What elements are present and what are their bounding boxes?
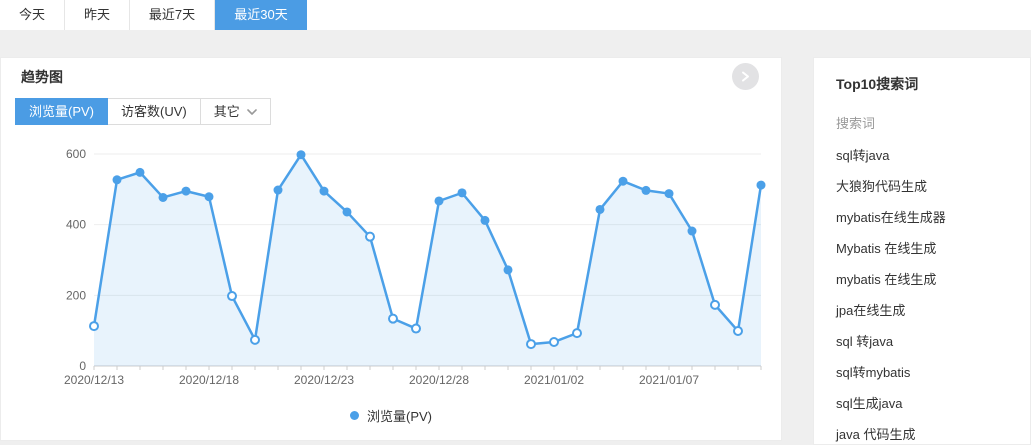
top-search-panel: Top10搜索词 搜索词 sql转java大狼狗代码生成mybatis在线生成器… bbox=[813, 57, 1031, 445]
svg-text:600: 600 bbox=[66, 147, 86, 161]
search-word-item[interactable]: Mybatis 在线生成 bbox=[836, 233, 1020, 264]
search-word-item[interactable]: jpa在线生成 bbox=[836, 295, 1020, 326]
metric-tab[interactable]: 其它 bbox=[200, 98, 271, 125]
legend-dot-icon bbox=[350, 411, 359, 420]
panel-title: 趋势图 bbox=[21, 67, 63, 87]
metric-tab[interactable]: 访客数(UV) bbox=[107, 98, 201, 125]
search-column-header: 搜索词 bbox=[836, 113, 1020, 132]
metric-tab-label: 浏览量(PV) bbox=[29, 99, 94, 124]
svg-text:2020/12/23: 2020/12/23 bbox=[294, 373, 354, 387]
date-range-tabs: 今天昨天最近7天最近30天 bbox=[0, 0, 1031, 30]
metric-tab-label: 访客数(UV) bbox=[121, 99, 187, 124]
search-word-item[interactable]: sql 转java bbox=[836, 326, 1020, 357]
svg-text:2021/01/07: 2021/01/07 bbox=[639, 373, 699, 387]
next-panel-button[interactable] bbox=[732, 63, 759, 90]
date-tab[interactable]: 今天 bbox=[0, 0, 65, 30]
chevron-right-icon bbox=[741, 71, 750, 82]
legend-item-pv[interactable]: 浏览量(PV) bbox=[1, 406, 781, 424]
metric-tab[interactable]: 浏览量(PV) bbox=[15, 98, 108, 125]
search-word-item[interactable]: mybatis 在线生成 bbox=[836, 264, 1020, 295]
svg-text:0: 0 bbox=[79, 359, 86, 373]
search-word-list: sql转java大狼狗代码生成mybatis在线生成器Mybatis 在线生成m… bbox=[836, 140, 1020, 445]
svg-text:2020/12/13: 2020/12/13 bbox=[64, 373, 124, 387]
svg-text:2020/12/18: 2020/12/18 bbox=[179, 373, 239, 387]
metric-tab-label: 其它 bbox=[214, 99, 240, 124]
date-tab[interactable]: 昨天 bbox=[65, 0, 130, 30]
legend-label: 浏览量(PV) bbox=[367, 406, 432, 425]
svg-text:400: 400 bbox=[66, 218, 86, 232]
search-word-item[interactable]: sql转mybatis bbox=[836, 357, 1020, 388]
trend-panel: 趋势图 浏览量(PV) 访客数(UV) 其它 0 200 400 600 2020/12/1… bbox=[0, 57, 782, 441]
search-word-item[interactable]: java 代码生成 bbox=[836, 419, 1020, 445]
trend-chart: 0 200 400 600 2020/12/13 2020/12/18 2020/12/23… bbox=[1, 141, 781, 401]
date-tab[interactable]: 最近30天 bbox=[215, 0, 307, 30]
date-tab[interactable]: 最近7天 bbox=[130, 0, 215, 30]
metric-tabs: 浏览量(PV) 访客数(UV) 其它 bbox=[15, 98, 271, 125]
svg-text:200: 200 bbox=[66, 288, 86, 302]
search-word-item[interactable]: 大狼狗代码生成 bbox=[836, 171, 1020, 202]
search-word-item[interactable]: mybatis在线生成器 bbox=[836, 202, 1020, 233]
top-search-title: Top10搜索词 bbox=[836, 74, 1020, 94]
svg-text:2021/01/02: 2021/01/02 bbox=[524, 373, 584, 387]
chevron-down-icon bbox=[247, 109, 257, 115]
search-word-item[interactable]: sql转java bbox=[836, 140, 1020, 171]
search-word-item[interactable]: sql生成java bbox=[836, 388, 1020, 419]
svg-text:2020/12/28: 2020/12/28 bbox=[409, 373, 469, 387]
